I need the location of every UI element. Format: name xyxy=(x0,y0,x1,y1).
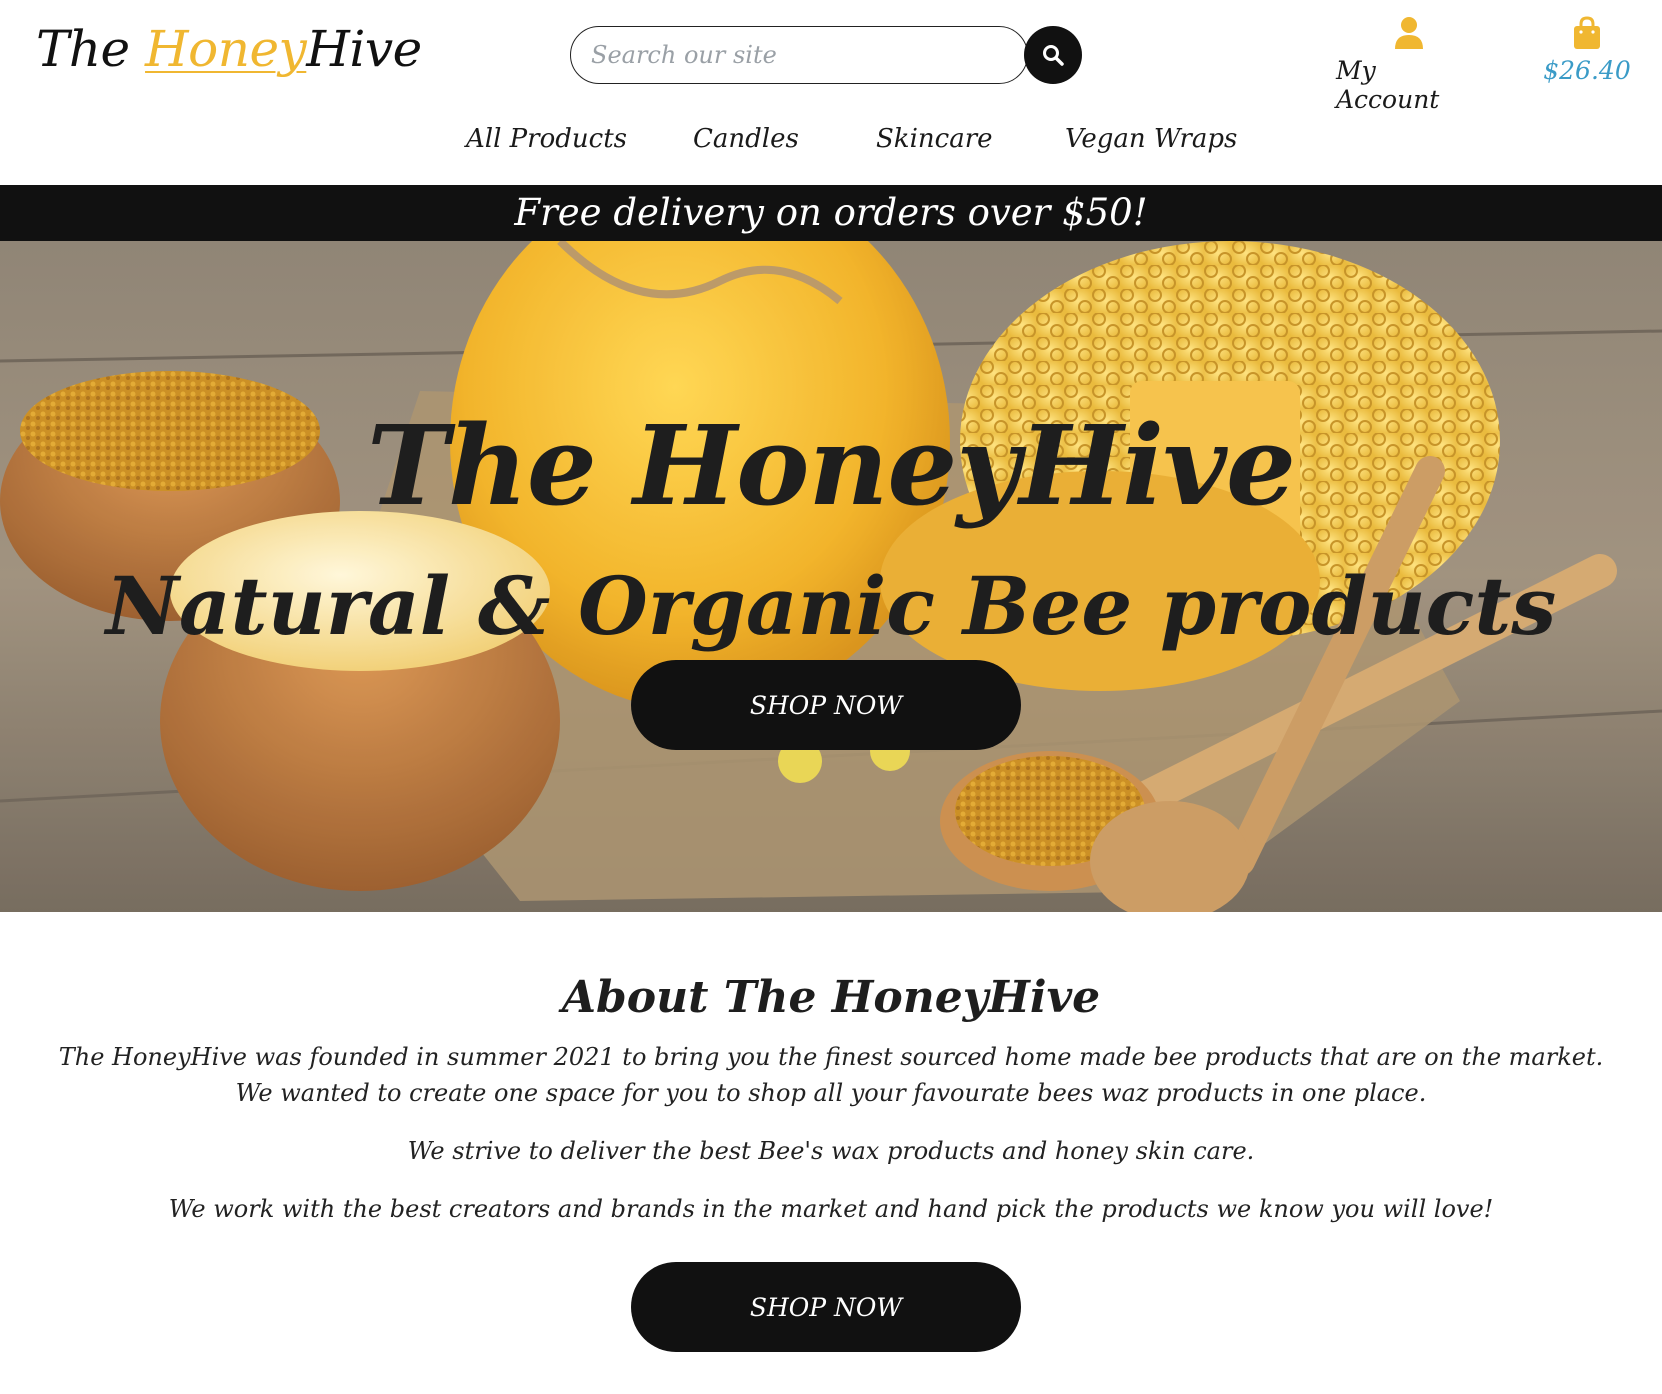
about-paragraph-1-line-1: The HoneyHive was founded in summer 2021… xyxy=(58,1043,1604,1071)
hero-shop-now-button[interactable]: SHOP NOW xyxy=(631,660,1021,750)
account-label: My Account xyxy=(1336,56,1440,114)
search-input[interactable] xyxy=(570,26,1028,84)
logo-prefix: The xyxy=(36,20,146,78)
my-account-link[interactable]: My Account xyxy=(1336,16,1482,114)
nav-item-candles[interactable]: Candles xyxy=(693,124,799,154)
about-title: About The HoneyHive xyxy=(561,972,1101,1023)
hero-title: The HoneyHive xyxy=(367,401,1296,530)
main-nav: All Products Candles Skincare Vegan Wrap… xyxy=(0,124,1662,164)
logo-suffix: Hive xyxy=(306,20,422,78)
logo-highlight: Honey xyxy=(145,20,307,78)
about-paragraph-2: We strive to deliver the best Bee's wax … xyxy=(407,1137,1255,1165)
shopping-bag-icon xyxy=(1574,16,1600,49)
cart-link[interactable]: $26.40 xyxy=(1532,16,1642,85)
cart-total: $26.40 xyxy=(1543,56,1631,85)
nav-item-all-products[interactable]: All Products xyxy=(466,124,627,154)
about-shop-now-button[interactable]: SHOP NOW xyxy=(631,1262,1021,1352)
search-icon xyxy=(1043,45,1064,66)
user-icon xyxy=(1395,17,1423,49)
site-logo[interactable]: The HoneyHive xyxy=(36,20,422,78)
promo-banner: Free delivery on orders over $50! xyxy=(0,185,1662,241)
hero-section: The HoneyHive Natural & Organic Bee prod… xyxy=(0,241,1662,912)
nav-item-vegan-wraps[interactable]: Vegan Wraps xyxy=(1065,124,1237,154)
about-paragraph-1-line-2: We wanted to create one space for you to… xyxy=(235,1079,1427,1107)
hero-subtitle: Natural & Organic Bee products xyxy=(105,559,1557,653)
search-button[interactable] xyxy=(1024,26,1082,84)
about-section: About The HoneyHive The HoneyHive was fo… xyxy=(0,972,1662,1352)
search-bar xyxy=(570,26,1082,84)
page: The HoneyHive My Account $26.40 All Pro xyxy=(0,0,1662,1394)
nav-item-skincare[interactable]: Skincare xyxy=(876,124,993,154)
about-paragraph-3: We work with the best creators and brand… xyxy=(168,1195,1494,1223)
